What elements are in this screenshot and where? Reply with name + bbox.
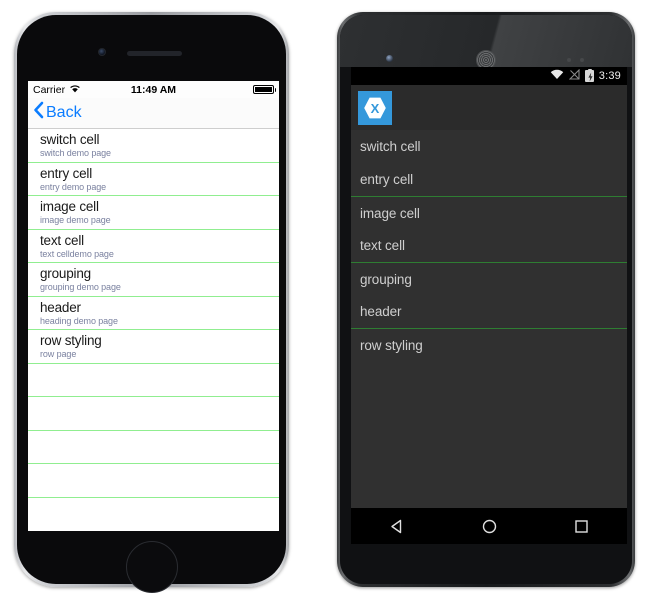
list-item[interactable]: text cell text celldemo page [28,230,279,263]
front-camera-icon [386,55,393,62]
list-item-title: entry cell [40,165,93,181]
list-item[interactable]: grouping grouping demo page [28,263,279,297]
list-item-subtitle: switch demo page [40,148,111,158]
chevron-left-icon [33,101,44,124]
android-body: 3:39 X switch cell entry cell image cell te… [340,15,632,584]
ios-screen: Carrier 11:49 AM Back switch cell switch… [28,81,279,531]
home-circle-icon[interactable] [464,508,514,544]
android-device-frame: 3:39 X switch cell entry cell image cell te… [337,12,635,587]
list-item[interactable]: header heading demo page [28,297,279,330]
ios-status-bar: Carrier 11:49 AM [28,81,279,98]
back-triangle-icon[interactable] [372,508,422,544]
android-app-bar: X [351,85,627,130]
screenshot-stage: Carrier 11:49 AM Back switch cell switch… [0,0,645,600]
list-item[interactable]: entry cell [351,163,627,196]
ios-status-right [253,84,276,95]
list-item-title: image cell [360,205,420,221]
wifi-icon [550,69,564,83]
iphone-body: Carrier 11:49 AM Back switch cell switch… [17,15,286,593]
proximity-sensors-icon [567,58,584,62]
list-item-title: text cell [40,232,84,248]
android-nav-bar [351,508,627,544]
battery-charging-icon [584,68,594,82]
list-item-subtitle: entry demo page [40,181,107,192]
list-item[interactable]: text cell [351,229,627,262]
recents-square-icon[interactable] [556,508,606,544]
ios-list[interactable]: switch cell switch demo page entry cell ent… [28,129,279,498]
back-button-label: Back [46,104,82,121]
list-item-title: row styling [40,333,102,348]
home-button-icon[interactable] [125,541,178,593]
list-item[interactable]: image cell image demo page [28,196,279,230]
list-item-title: row styling [360,337,423,353]
list-item-subtitle: image demo page [40,215,111,225]
list-item[interactable]: image cell [351,196,627,229]
list-item-subtitle: grouping demo page [40,282,121,292]
svg-text:X: X [371,101,380,116]
back-button[interactable]: Back [33,101,82,125]
list-item-title: header [360,304,402,319]
ios-nav-bar: Back [28,98,279,129]
list-item-empty [28,364,279,397]
battery-full-icon [253,84,276,95]
list-item-empty [28,464,279,498]
list-item[interactable]: switch cell [351,130,627,163]
list-item-title: text cell [360,238,405,253]
xamarin-logo-icon: X [358,90,392,125]
list-item[interactable]: grouping [351,262,627,295]
list-item-subtitle: text celldemo page [40,248,114,259]
android-status-bar: 3:39 [351,67,627,85]
list-item-subtitle: heading demo page [40,315,118,326]
list-item-title: image cell [40,199,99,214]
list-item-title: grouping [40,266,91,281]
earpiece-speaker-icon [127,51,182,56]
signal-off-icon [568,68,580,83]
list-item[interactable]: row styling [351,328,627,361]
list-item[interactable]: switch cell switch demo page [28,129,279,163]
ios-clock: 11:49 AM [130,83,177,96]
android-list[interactable]: switch cell entry cell image cell text cell… [351,130,627,525]
android-clock: 3:39 [598,70,621,82]
list-item-title: header [40,299,81,315]
list-item-empty [28,431,279,464]
list-item[interactable]: header [351,295,627,328]
iphone-device-frame: Carrier 11:49 AM Back switch cell switch… [14,12,289,593]
list-item-subtitle: row page [40,349,77,359]
front-camera-icon [98,48,106,56]
android-screen: 3:39 X switch cell entry cell image cell te… [351,67,627,544]
list-item[interactable]: row styling row page [28,330,279,364]
list-item-title: grouping [360,271,412,287]
list-item-title: entry cell [360,172,414,187]
list-item-empty [28,397,279,431]
list-item[interactable]: entry cell entry demo page [28,163,279,196]
list-item-title: switch cell [40,132,100,147]
list-item-title: switch cell [360,139,421,154]
